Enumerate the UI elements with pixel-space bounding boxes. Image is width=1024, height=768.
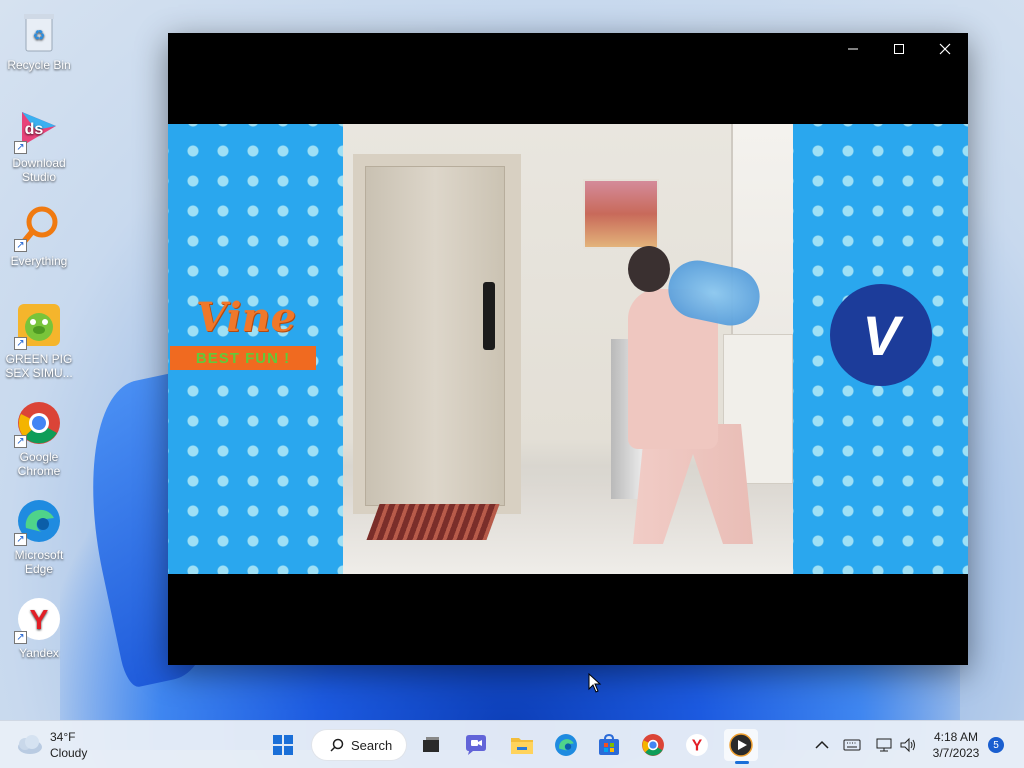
yandex-taskbar-button[interactable]: Y: [680, 729, 714, 761]
weather-temperature: 34°F: [50, 730, 76, 744]
weather-widget[interactable]: 34°F Cloudy: [14, 729, 87, 761]
rug: [366, 504, 500, 540]
edge-taskbar-button[interactable]: [549, 729, 583, 761]
chevron-up-icon[interactable]: [815, 740, 829, 750]
store-icon: [599, 734, 619, 755]
window-titlebar[interactable]: [168, 33, 968, 65]
edge-icon: ↗: [14, 498, 62, 546]
taskbar: 34°F Cloudy Search Y 4:18 AM 3/7/2023 5: [0, 720, 1024, 768]
chat-icon: [466, 735, 486, 755]
video-frame[interactable]: Vine BEST FUN ! V: [168, 124, 968, 574]
svg-text:♻: ♻: [33, 27, 46, 43]
microsoft-store-button[interactable]: [592, 729, 626, 761]
yandex-icon: Y ↗: [14, 596, 62, 644]
media-player-window[interactable]: Vine BEST FUN ! V: [168, 33, 968, 665]
desktop-icon-everything[interactable]: ↗ Everything: [4, 204, 74, 268]
maximize-button[interactable]: [876, 33, 922, 65]
taskbar-search-box[interactable]: Search: [312, 730, 406, 760]
network-icon[interactable]: [875, 737, 893, 753]
wall-painting: [583, 179, 659, 249]
cloud-icon: [18, 735, 42, 754]
vine-logo-text: Vine: [196, 294, 297, 341]
teams-chat-button[interactable]: [459, 729, 493, 761]
start-button[interactable]: [266, 729, 300, 761]
svg-text:Y: Y: [692, 738, 703, 755]
close-button[interactable]: [922, 33, 968, 65]
chrome-icon: [642, 734, 664, 756]
desktop-icon-green-pig[interactable]: ↗ GREEN PIG SEX SIMU...: [4, 302, 74, 380]
task-view-button[interactable]: [414, 729, 448, 761]
desktop-icon-download-studio[interactable]: ds ↗ Download Studio: [4, 106, 74, 184]
everything-search-icon: ↗: [14, 204, 62, 252]
search-label: Search: [351, 737, 393, 753]
task-view-icon: [423, 737, 439, 752]
maximize-icon: [894, 44, 904, 54]
video-scene: [343, 124, 793, 574]
volume-icon[interactable]: [899, 737, 917, 753]
media-player-icon: [729, 733, 753, 757]
vine-badge-icon: V: [830, 284, 932, 386]
file-explorer-button[interactable]: [505, 729, 539, 761]
minimize-icon: [848, 48, 858, 50]
yandex-icon: Y: [686, 734, 708, 756]
desktop-icon-microsoft-edge[interactable]: ↗ Microsoft Edge: [4, 498, 74, 576]
clock-time: 4:18 AM: [933, 730, 979, 744]
minimize-button[interactable]: [830, 33, 876, 65]
notification-badge[interactable]: 5: [988, 737, 1004, 753]
folder-icon: [511, 738, 533, 754]
mouse-cursor-icon: [588, 673, 602, 693]
chrome-icon: ↗: [14, 400, 62, 448]
recycle-bin-icon: ♻: [16, 8, 62, 54]
windows-logo-icon: [273, 735, 293, 755]
system-tray: [815, 721, 917, 768]
keyboard-icon[interactable]: [843, 739, 861, 751]
edge-icon: [555, 734, 577, 756]
weather-condition: Cloudy: [50, 746, 88, 760]
chrome-taskbar-button[interactable]: [636, 729, 670, 761]
green-pig-icon: ↗: [14, 302, 62, 350]
svg-text:ds: ds: [25, 121, 44, 138]
search-icon: [330, 738, 344, 752]
media-player-taskbar-button[interactable]: [724, 729, 758, 764]
desktop-icon-recycle-bin[interactable]: ♻ Recycle Bin: [4, 8, 74, 72]
svg-text:Y: Y: [30, 604, 49, 635]
desktop-icon-yandex[interactable]: Y ↗ Yandex: [4, 596, 74, 660]
best-fun-banner: BEST FUN !: [170, 346, 316, 370]
close-icon: [939, 43, 951, 55]
taskbar-clock[interactable]: 4:18 AM 3/7/2023: [926, 729, 986, 761]
desktop-icon-google-chrome[interactable]: ↗ Google Chrome: [4, 400, 74, 478]
clock-date: 3/7/2023: [932, 746, 980, 760]
download-studio-icon: ds ↗: [14, 106, 62, 154]
